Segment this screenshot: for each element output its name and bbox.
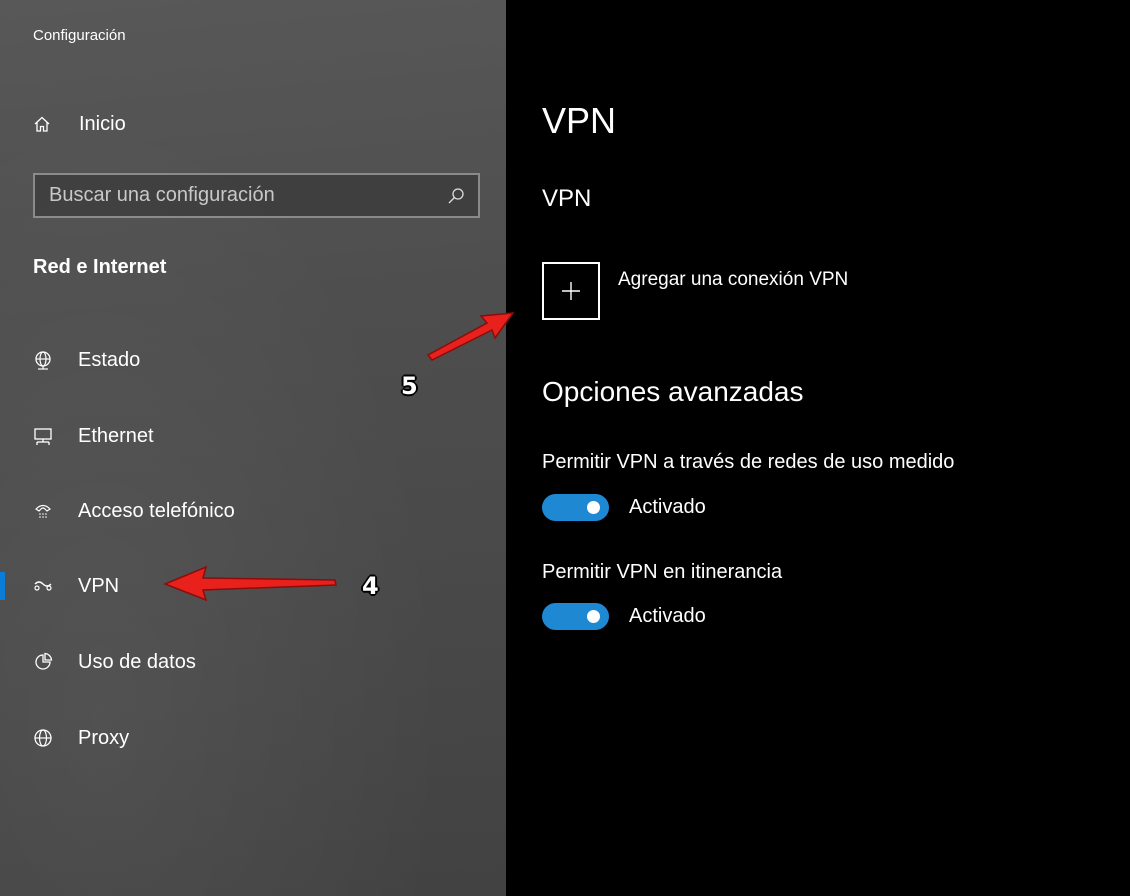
toggle-knob	[587, 610, 600, 623]
toggle-knob	[587, 501, 600, 514]
advanced-options-title: Opciones avanzadas	[542, 376, 804, 407]
sidebar-item-label: Uso de datos	[78, 650, 196, 673]
sidebar-item-uso-de-datos[interactable]: Uso de datos	[0, 640, 506, 684]
sidebar: Configuración Inicio Red e Internet Esta…	[0, 0, 506, 896]
home-icon	[34, 116, 50, 132]
home-nav-item[interactable]: Inicio	[33, 108, 473, 140]
ethernet-icon	[34, 428, 52, 445]
vpn-icon	[34, 581, 52, 591]
search-input[interactable]	[35, 184, 446, 207]
add-vpn-connection-button[interactable]: Agregar una conexión VPN	[542, 262, 848, 320]
metered-networks-toggle-row[interactable]: Activado	[542, 494, 706, 521]
main-content: VPN VPN Agregar una conexión VPN Opcione…	[506, 0, 1130, 896]
plus-icon	[562, 282, 580, 300]
metered-networks-toggle[interactable]	[542, 494, 609, 521]
search-box[interactable]	[33, 173, 480, 218]
roaming-toggle-row[interactable]: Activado	[542, 603, 706, 630]
sidebar-item-label: Estado	[78, 348, 141, 371]
sidebar-item-ethernet[interactable]: Ethernet	[0, 414, 506, 458]
sidebar-item-label: Proxy	[78, 726, 130, 749]
toggle-state-label: Activado	[629, 496, 706, 518]
sidebar-item-label: Acceso telefónico	[78, 499, 235, 522]
metered-networks-label: Permitir VPN a través de redes de uso me…	[542, 451, 955, 473]
sidebar-item-label: VPN	[78, 574, 120, 597]
add-vpn-box[interactable]	[542, 262, 600, 320]
sidebar-item-vpn[interactable]: VPN	[0, 564, 506, 608]
home-label: Inicio	[79, 112, 126, 135]
pie-chart-icon	[35, 652, 53, 670]
roaming-label: Permitir VPN en itinerancia	[542, 561, 783, 583]
toggle-state-label: Activado	[629, 605, 706, 627]
globe-status-icon	[35, 351, 51, 370]
annotation-number-4: 4	[362, 572, 379, 600]
sidebar-item-acceso-telefonico[interactable]: Acceso telefónico	[0, 489, 506, 533]
section-subtitle: VPN	[542, 185, 592, 212]
search-icon[interactable]	[446, 186, 466, 206]
page-title: VPN	[542, 100, 617, 141]
globe-icon	[34, 729, 52, 747]
sidebar-item-estado[interactable]: Estado	[0, 338, 506, 382]
dial-up-icon	[35, 504, 51, 518]
roaming-toggle[interactable]	[542, 603, 609, 630]
sidebar-item-proxy[interactable]: Proxy	[0, 716, 506, 760]
section-title: Red e Internet	[33, 256, 167, 278]
add-vpn-connection-label: Agregar una conexión VPN	[618, 269, 849, 290]
sidebar-item-label: Ethernet	[78, 424, 154, 447]
selected-indicator	[0, 572, 5, 600]
window-title: Configuración	[33, 27, 126, 44]
annotation-number-5: 5	[401, 372, 418, 400]
